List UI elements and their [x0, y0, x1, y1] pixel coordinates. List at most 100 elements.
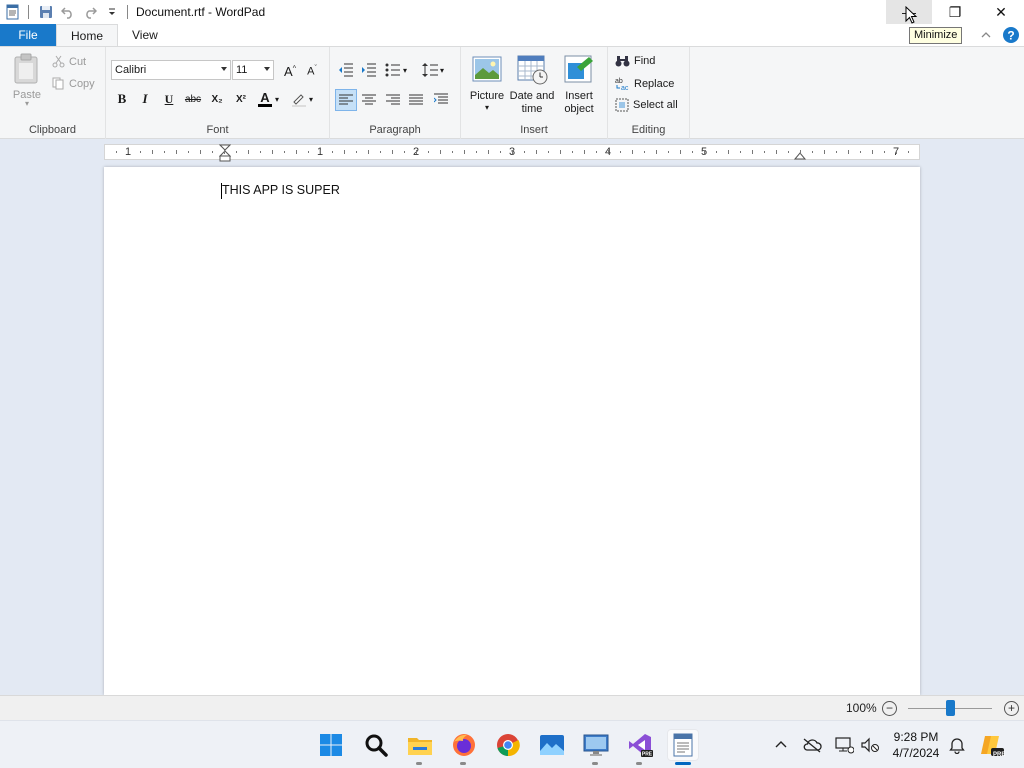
underline-button[interactable]: U: [159, 89, 179, 109]
document-text[interactable]: THIS APP IS SUPER: [222, 183, 340, 197]
ruler-tick: [488, 150, 489, 154]
superscript-button[interactable]: X²: [231, 89, 251, 109]
insert-date-time-button[interactable]: Date and time: [507, 53, 557, 116]
highlight-color-button[interactable]: ▾: [291, 89, 321, 109]
taskbar-wordpad[interactable]: [667, 729, 699, 765]
align-center-button[interactable]: [359, 90, 379, 110]
help-icon[interactable]: ?: [1002, 26, 1020, 44]
subscript-button[interactable]: X₂: [207, 89, 227, 109]
insert-object-button[interactable]: Insert object: [559, 53, 599, 116]
font-group: Calibri 11 A^ Aˇ B I U abc X₂ X² A ▾ ▾ F…: [106, 47, 330, 139]
font-family-select[interactable]: Calibri: [111, 60, 231, 80]
running-indicator: [636, 762, 642, 765]
taskbar-remote-desktop[interactable]: [580, 729, 612, 765]
clipboard-group: Paste ▾ Cut Copy Clipboard: [0, 47, 106, 139]
taskbar-chrome[interactable]: [492, 729, 524, 761]
highlighter-icon: [292, 94, 306, 107]
volume-tray[interactable]: [858, 721, 882, 768]
zoom-level: 100%: [846, 701, 877, 715]
tab-home[interactable]: Home: [56, 24, 119, 46]
strikethrough-button[interactable]: abc: [183, 89, 203, 109]
clock-date: 4/7/2024: [892, 746, 940, 760]
wordpad-app-icon[interactable]: [2, 1, 24, 23]
ribbon-tabs: File Home View ?: [0, 24, 1024, 46]
ruler-tick: [776, 150, 777, 154]
search-button[interactable]: [360, 729, 392, 761]
ruler-tick: [524, 151, 525, 153]
paragraph-settings-icon: [434, 93, 448, 104]
copy-button[interactable]: Copy: [52, 77, 95, 90]
network-tray[interactable]: [832, 721, 856, 768]
restore-button[interactable]: ❐: [932, 0, 978, 24]
svg-text:ab: ab: [615, 78, 623, 85]
font-size-select[interactable]: 11: [232, 60, 274, 80]
close-button[interactable]: ✕: [978, 0, 1024, 24]
windows-logo-icon: [320, 734, 342, 756]
ruler-tick: [464, 150, 465, 154]
system-clock[interactable]: 9:28 PM 4/7/2024: [886, 729, 946, 761]
insert-picture-button[interactable]: Picture ▾: [467, 53, 507, 112]
svg-text:ac: ac: [621, 85, 629, 91]
tab-file[interactable]: File: [0, 24, 56, 46]
taskbar-visual-studio-preview[interactable]: PRE: [624, 729, 656, 765]
ribbon: Paste ▾ Cut Copy Clipboard Calibri 11 A^…: [0, 46, 1024, 139]
save-icon[interactable]: [35, 1, 57, 23]
document-page[interactable]: THIS APP IS SUPER: [104, 167, 920, 695]
select-all-button[interactable]: Select all: [615, 98, 678, 112]
taskbar-firefox[interactable]: [448, 729, 480, 765]
ruler-tick: [680, 150, 681, 154]
onedrive-tray[interactable]: [800, 721, 824, 768]
paste-button[interactable]: Paste ▾: [8, 53, 46, 115]
ruler-tick: [224, 150, 225, 154]
start-button[interactable]: [315, 729, 347, 761]
grow-font-button[interactable]: A^: [280, 61, 300, 81]
tab-view[interactable]: View: [118, 24, 172, 46]
justify-button[interactable]: [406, 90, 426, 110]
shrink-font-button[interactable]: Aˇ: [302, 61, 322, 81]
collapse-ribbon-icon[interactable]: [980, 29, 992, 41]
editing-group-label: Editing: [631, 124, 666, 136]
ruler-tick: [884, 151, 885, 153]
decrease-indent-button[interactable]: [336, 60, 356, 80]
zoom-in-button[interactable]: +: [1004, 701, 1019, 716]
cut-button[interactable]: Cut: [52, 55, 86, 68]
line-spacing-button[interactable]: ▾: [422, 60, 452, 80]
wordpad-icon: [673, 733, 693, 757]
bullets-button[interactable]: ▾: [385, 60, 415, 80]
zoom-out-button[interactable]: −: [882, 701, 897, 716]
show-hidden-icons-button[interactable]: [770, 721, 792, 768]
taskbar-photos[interactable]: [536, 729, 568, 761]
insert-object-label-line2: object: [564, 103, 594, 115]
ruler[interactable]: 1 1 2 3 4 5 7: [104, 144, 920, 162]
redo-icon[interactable]: [79, 1, 101, 23]
customize-qat-icon[interactable]: [101, 1, 123, 23]
ruler-tick: [248, 150, 249, 154]
picture-icon: [472, 56, 502, 82]
paragraph-group-label: Paragraph: [369, 124, 421, 136]
folder-icon: [408, 738, 432, 755]
ruler-tick: [476, 151, 477, 153]
copilot-preview-button[interactable]: PRE: [978, 721, 1006, 768]
font-color-button[interactable]: A ▾: [258, 89, 286, 109]
font-color-icon: A: [260, 90, 270, 105]
taskbar-file-explorer[interactable]: [404, 729, 436, 765]
undo-icon[interactable]: [57, 1, 79, 23]
zoom-slider-thumb[interactable]: [946, 700, 955, 716]
bold-button[interactable]: B: [112, 89, 132, 109]
increase-indent-button[interactable]: [359, 60, 379, 80]
notifications-button[interactable]: [945, 721, 969, 768]
align-right-icon: [386, 94, 400, 105]
insert-group-label: Insert: [520, 124, 548, 136]
minimize-tooltip: Minimize: [909, 27, 963, 44]
ruler-tick: [512, 150, 513, 154]
replace-button[interactable]: ab ac Replace: [615, 76, 675, 92]
find-button[interactable]: Find: [615, 54, 655, 68]
align-left-button[interactable]: [335, 89, 357, 111]
italic-button[interactable]: I: [135, 89, 155, 109]
paragraph-settings-button[interactable]: [431, 90, 451, 110]
first-line-indent-marker-icon[interactable]: [219, 144, 231, 162]
running-indicator: [416, 762, 422, 765]
window-title: Document.rtf - WordPad: [136, 5, 266, 19]
align-right-button[interactable]: [383, 90, 403, 110]
replace-label: Replace: [634, 77, 675, 90]
